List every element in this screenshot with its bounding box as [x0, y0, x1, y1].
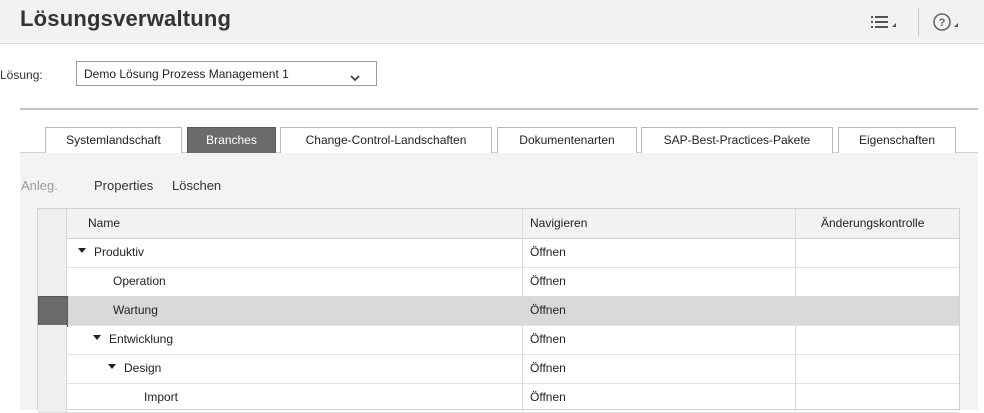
solution-label: Lösung:: [0, 68, 43, 82]
tab-branches[interactable]: Branches: [187, 127, 276, 153]
open-link[interactable]: Öffnen: [530, 296, 566, 325]
table-row[interactable]: Entwicklung Öffnen: [38, 325, 959, 355]
table-row[interactable]: Operation Öffnen: [38, 267, 959, 297]
help-button[interactable]: ?: [930, 10, 966, 34]
column-header-name[interactable]: Name: [88, 209, 120, 238]
row-name: Entwicklung: [109, 332, 174, 346]
help-icon: ?: [933, 13, 958, 31]
expand-triangle-icon[interactable]: [108, 364, 116, 370]
open-link[interactable]: Öffnen: [530, 383, 566, 412]
expand-triangle-icon[interactable]: [93, 335, 101, 341]
table-header-row: Name Navigieren Änderungskontrolle: [38, 209, 959, 239]
create-button[interactable]: Anleg.: [21, 178, 58, 193]
table-row[interactable]: Import Öffnen: [38, 383, 959, 413]
open-link[interactable]: Öffnen: [530, 238, 566, 267]
row-selector[interactable]: [38, 296, 68, 327]
expand-triangle-icon[interactable]: [78, 248, 86, 254]
tab-best-practices[interactable]: SAP-Best-Practices-Pakete: [641, 127, 833, 153]
chevron-down-icon: [350, 71, 360, 85]
table-row[interactable]: Design Öffnen: [38, 354, 959, 384]
tab-dokumentenarten[interactable]: Dokumentenarten: [497, 127, 637, 153]
svg-text:?: ?: [939, 17, 946, 29]
tab-systemlandschaft[interactable]: Systemlandschaft: [45, 127, 182, 153]
open-link[interactable]: Öffnen: [530, 325, 566, 354]
open-link[interactable]: Öffnen: [530, 267, 566, 296]
header-divider: [918, 8, 919, 36]
branches-table: Name Navigieren Änderungskontrolle Produ…: [37, 208, 960, 413]
table-row[interactable]: Produktiv Öffnen: [38, 238, 959, 268]
solution-select-value: Demo Lösung Prozess Management 1: [84, 67, 289, 81]
row-selector[interactable]: [38, 267, 67, 296]
page-title: Lösungsverwaltung: [20, 6, 232, 31]
row-selector[interactable]: [38, 354, 67, 383]
row-name: Produktiv: [94, 245, 145, 259]
tab-change-control[interactable]: Change-Control-Landschaften: [280, 127, 492, 153]
section-divider: [20, 108, 978, 110]
delete-button[interactable]: Löschen: [172, 178, 221, 193]
row-name: Wartung: [113, 303, 158, 317]
row-selector[interactable]: [38, 238, 67, 267]
solution-select[interactable]: Demo Lösung Prozess Management 1: [76, 61, 377, 86]
list-icon: [871, 16, 896, 28]
select-all-cell[interactable]: [38, 209, 67, 238]
open-link[interactable]: Öffnen: [530, 354, 566, 383]
column-header-change-control[interactable]: Änderungskontrolle: [821, 209, 924, 238]
row-selector[interactable]: [38, 325, 67, 354]
table-row-selected[interactable]: Wartung Öffnen: [38, 296, 959, 327]
list-view-button[interactable]: [868, 10, 902, 34]
row-name: Design: [124, 361, 162, 375]
row-name: Operation: [113, 274, 166, 288]
properties-button[interactable]: Properties: [94, 178, 153, 193]
row-name: Import: [144, 390, 179, 404]
tab-eigenschaften[interactable]: Eigenschaften: [838, 127, 956, 153]
column-header-navigate[interactable]: Navigieren: [530, 209, 587, 238]
row-selector[interactable]: [38, 383, 67, 412]
